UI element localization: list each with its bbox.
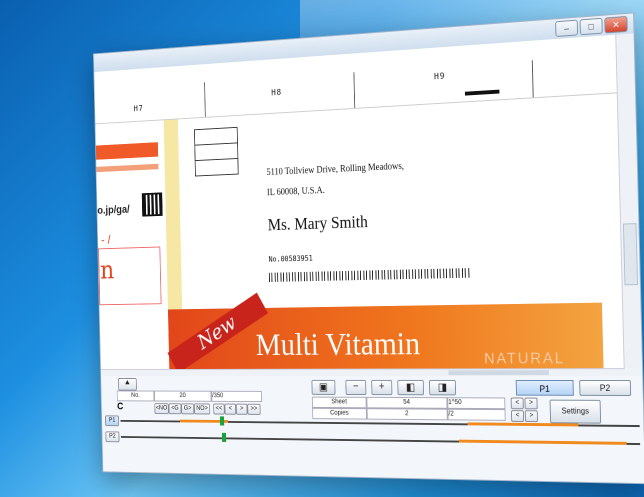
prev-no-button[interactable]: <NO [154,403,169,415]
total-number: /350 [211,390,263,402]
fit-page-button[interactable]: ▣ [311,379,336,395]
copies-increment-button[interactable]: > [524,410,539,423]
control-panel: ⛰ C No. 20 /350 <NO <G G> NO> << < > >> … [101,376,644,484]
copies-value[interactable]: 2 [366,408,448,421]
decor-text: - / [100,232,111,247]
timeline-knob[interactable] [219,416,225,426]
sheet-increment-button[interactable]: > [524,397,538,410]
address-line-2: IL 60008, U.S.A. [266,185,325,199]
app-window: – □ ✕ H7 H8 H9 o.jp/ga/ - / n 5110 Tollv… [93,12,644,485]
maximize-button[interactable]: □ [579,17,603,36]
timeline-segment [458,439,627,445]
sheet-label: Sheet [311,396,367,409]
prev-page-button[interactable]: < [224,403,237,415]
copies-decrement-button[interactable]: < [510,410,525,422]
previous-page-panel: o.jp/ga/ - / n [95,120,171,370]
fit-height-button[interactable]: ◨ [428,379,457,396]
minimize-button[interactable]: – [555,19,579,38]
zoom-in-button[interactable]: + [371,379,393,396]
copies-extra: /2 [447,408,506,421]
ruler-tick [204,82,206,117]
settings-button[interactable]: Settings [549,399,602,424]
header-bar [96,163,159,173]
no-label: No. [116,390,155,402]
address-line-1: 5110 Tollview Drive, Rolling Meadows, [266,161,405,178]
banner-title: Multi Vitamin [255,326,421,363]
qr-code-icon [141,192,163,217]
track-p1-button[interactable]: P1 [105,415,120,427]
print-preview: o.jp/ga/ - / n 5110 Tollview Drive, Roll… [95,93,625,370]
next-no-button[interactable]: NO> [193,403,211,415]
copies-label: Copies [312,407,367,420]
ruler-label-h8: H8 [271,88,283,99]
banner-brand: NATURAL [483,350,566,368]
preview-icon[interactable]: ⛰ [118,378,137,391]
last-page-button[interactable]: >> [247,403,261,415]
current-number[interactable]: 20 [154,390,212,402]
url-text: o.jp/ga/ [97,202,130,217]
close-button[interactable]: ✕ [604,15,628,34]
prev-group-button[interactable]: <G [168,403,182,415]
scroll-thumb[interactable] [448,370,549,376]
registration-mark [464,89,500,96]
zoom-out-button[interactable]: − [345,379,367,396]
decor-letter: n [99,255,115,285]
stamp-box [194,126,239,177]
ruler-label-h9: H9 [433,71,446,83]
recipient-name: Ms. Mary Smith [267,211,369,235]
sheet-extra: 1^50 [447,397,506,410]
repeat-icon[interactable]: C [117,401,123,412]
tab-p1[interactable]: P1 [515,379,574,396]
ruler-tick [531,60,534,98]
serial-number: No.00583951 [268,254,313,264]
postal-barcode [268,268,470,283]
track-p2-button[interactable]: P2 [105,431,120,443]
header-bar [95,142,159,160]
ruler-tick [353,72,356,108]
ruler-label-h7: H7 [133,104,144,114]
sheet-value[interactable]: 54 [366,396,448,409]
next-page-button[interactable]: > [235,403,248,415]
timeline-knob[interactable] [221,432,227,443]
sheet-decrement-button[interactable]: < [510,397,524,410]
next-group-button[interactable]: G> [181,403,195,415]
first-page-button[interactable]: << [213,403,225,415]
fit-width-button[interactable]: ◧ [397,379,425,396]
tab-p2[interactable]: P2 [579,380,632,397]
scroll-thumb[interactable] [622,223,639,286]
